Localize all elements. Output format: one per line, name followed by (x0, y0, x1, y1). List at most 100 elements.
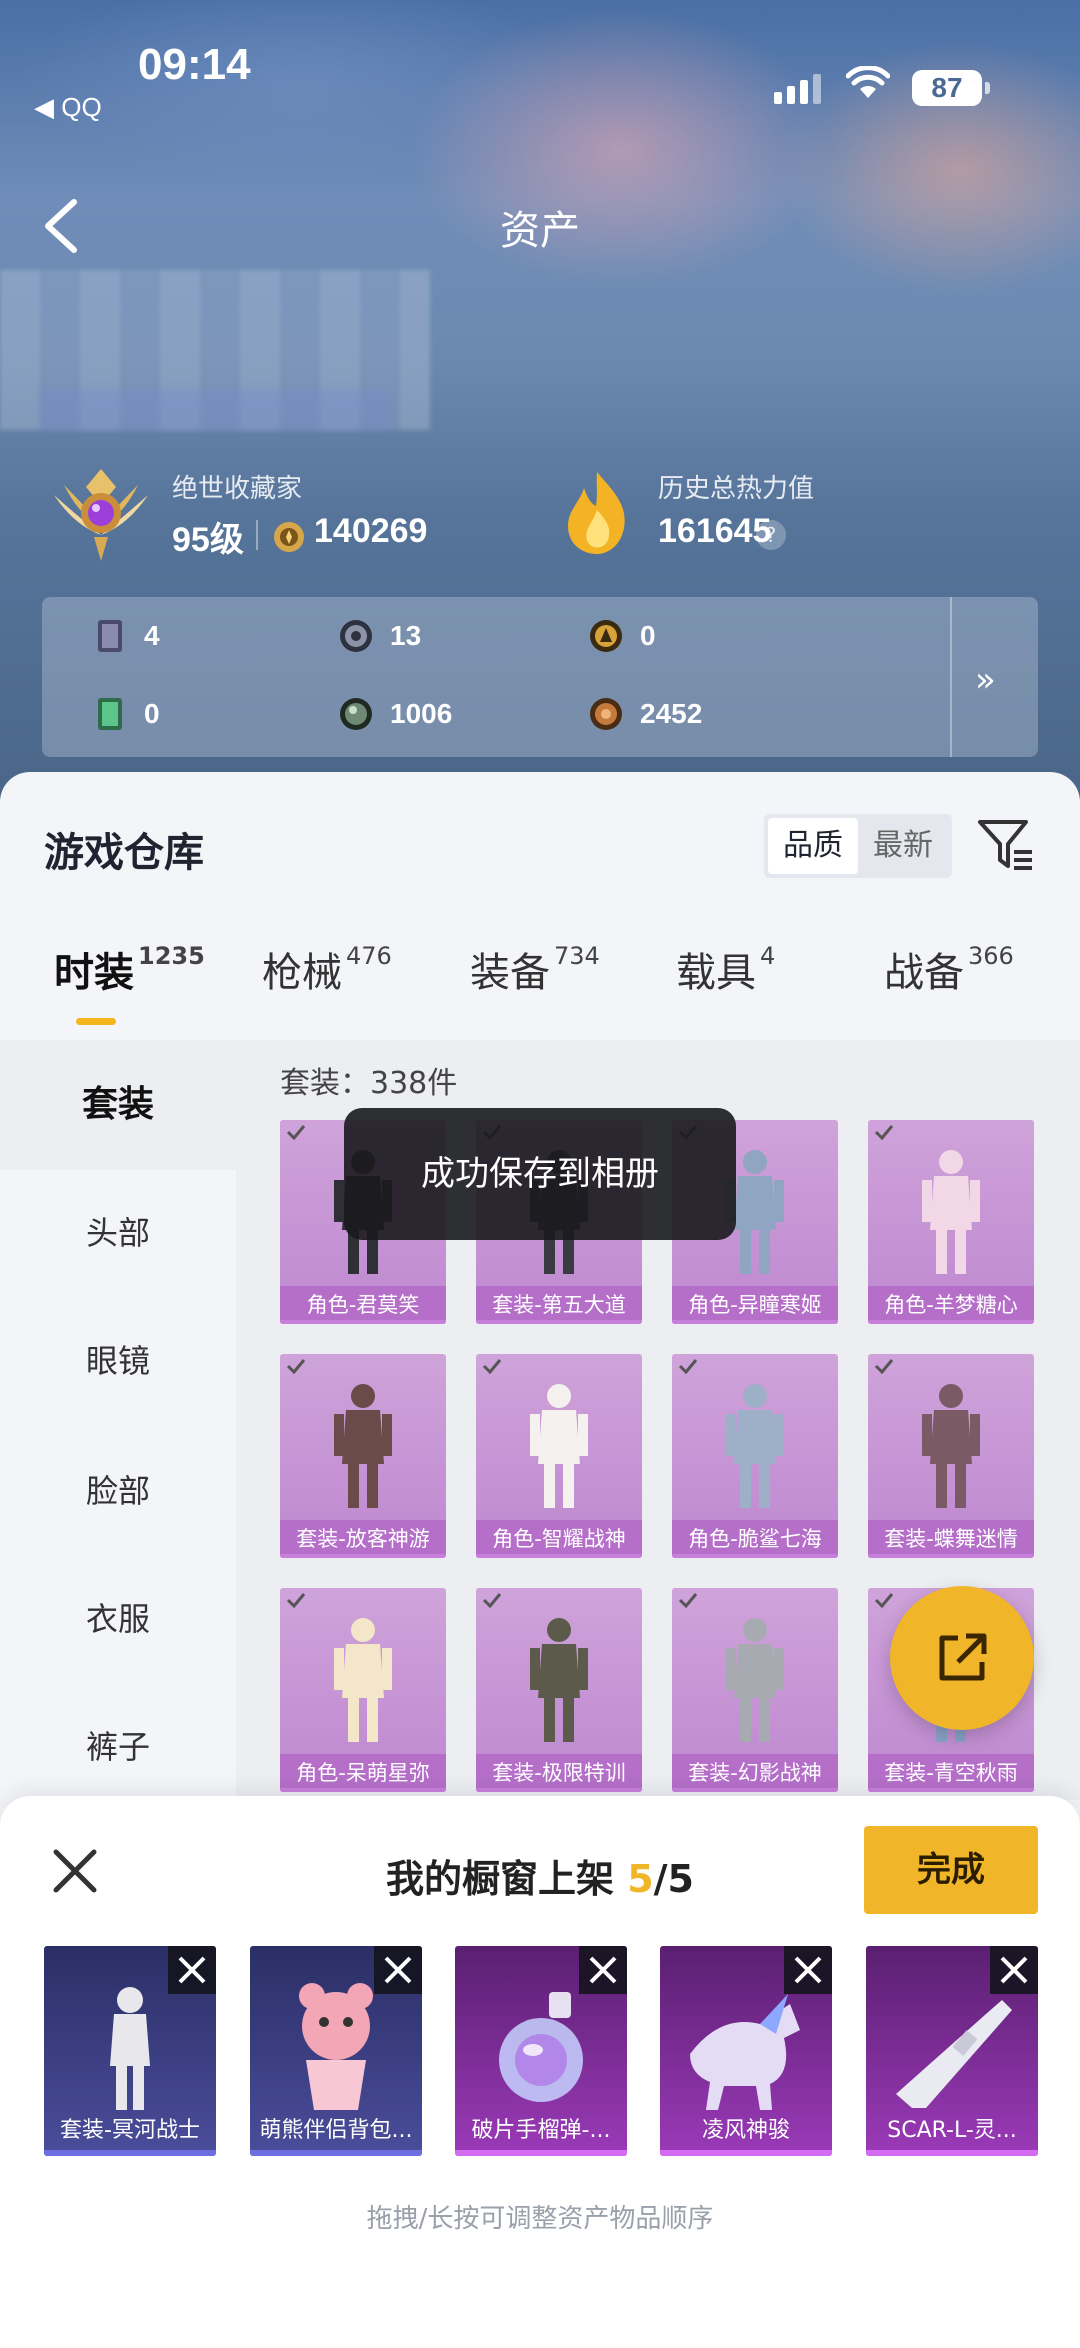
collection-points-icon (274, 522, 304, 552)
showcase-item-label: 萌熊伴侣背包... (259, 2118, 413, 2143)
rarity-bar (250, 2150, 422, 2156)
check-icon (678, 1359, 698, 1374)
active-tab-indicator (76, 1018, 116, 1025)
resource-item: 4 (92, 618, 160, 654)
rarity-bar (660, 2150, 832, 2156)
check-icon (874, 1359, 894, 1374)
rarity-bar (455, 2150, 627, 2156)
green-card-icon (98, 698, 122, 730)
tab-weapons[interactable]: 枪械 476 (262, 940, 392, 998)
side-item-sets[interactable]: 套装 (0, 1040, 236, 1170)
sort-toggle[interactable]: 品质 最新 (764, 814, 952, 878)
close-icon (384, 1956, 412, 1984)
item-card[interactable]: 套装-蝶舞迷情 (868, 1354, 1034, 1558)
item-label: 套装-蝶舞迷情 (868, 1520, 1034, 1558)
showcase-slot[interactable]: 凌风神骏 (660, 1946, 832, 2156)
status-time: 09:14 (138, 40, 251, 89)
resource-item: 13 (338, 618, 421, 654)
check-icon (874, 1125, 894, 1140)
rarity-bar (280, 1320, 446, 1324)
side-item-pants[interactable]: 裤子 (0, 1722, 236, 1768)
sort-option-quality[interactable]: 品质 (768, 818, 858, 874)
help-icon[interactable]: ? (756, 520, 786, 550)
cellular-signal-icon (774, 74, 821, 104)
showcase-item-label: SCAR-L-灵... (887, 2118, 1017, 2143)
close-icon (794, 1956, 822, 1984)
showcase-item-label: 破片手榴弹-... (471, 2118, 611, 2143)
showcase-item-image (110, 1987, 150, 2110)
set-count: 套装：338件 (280, 1066, 458, 1101)
warehouse-title: 游戏仓库 (44, 830, 204, 876)
showcase-slot[interactable]: SCAR-L-灵... (866, 1946, 1038, 2156)
item-label: 套装-青空秋雨 (868, 1754, 1034, 1792)
item-card[interactable]: 角色-脆鲨七海 (672, 1354, 838, 1558)
bronze-coin-icon (590, 698, 622, 730)
divider (256, 520, 258, 550)
item-label: 角色-脆鲨七海 (672, 1520, 838, 1558)
character-figure-image (530, 1384, 588, 1508)
item-card[interactable]: 套装-幻影战神 (672, 1588, 838, 1792)
resource-item: 1006 (338, 696, 452, 732)
showcase-slot[interactable]: 破片手榴弹-... (455, 1946, 627, 2156)
resource-value: 0 (640, 620, 656, 651)
rarity-bar (868, 1788, 1034, 1792)
side-item-glasses[interactable]: 眼镜 (0, 1336, 236, 1382)
item-card[interactable]: 角色-智耀战神 (476, 1354, 642, 1558)
tab-supplies[interactable]: 战备 366 (884, 940, 1014, 998)
rarity-bar (476, 1788, 642, 1792)
item-label: 套装-放客神游 (280, 1520, 446, 1558)
done-button[interactable]: 完成 (864, 1826, 1038, 1914)
side-item-head[interactable]: 头部 (0, 1208, 236, 1254)
sort-option-latest[interactable]: 最新 (858, 818, 948, 874)
page-title: 资产 (500, 208, 580, 254)
side-nav: 套装 头部 眼镜 脸部 衣服 裤子 (0, 1040, 236, 1800)
close-icon (1000, 1956, 1028, 1984)
showcase-item-image (896, 2000, 1012, 2108)
character-figure-image (334, 1384, 392, 1508)
tab-vehicles[interactable]: 载具 4 (676, 940, 775, 998)
category-tabs: 时装 1235 枪械 476 装备 734 载具 4 战备 366 (0, 940, 1080, 1040)
resource-value: 1006 (390, 698, 453, 729)
resource-more-button[interactable]: » (975, 660, 996, 700)
item-label: 套装-第五大道 (476, 1286, 642, 1324)
status-bar: 09:14 ◀ QQ 87 (0, 0, 1080, 123)
heat-value: 161645 (658, 512, 772, 550)
resource-value: 13 (390, 620, 422, 651)
check-icon (482, 1359, 502, 1374)
battery-indicator: 87 (912, 70, 990, 106)
remove-slot-button[interactable] (990, 1946, 1038, 1994)
character-figure-image (922, 1384, 980, 1508)
tab-fashion[interactable]: 时装 1235 (54, 940, 205, 998)
remove-slot-button[interactable] (784, 1946, 832, 1994)
back-to-app-link[interactable]: ◀ QQ (34, 92, 102, 123)
rank-points: 140269 (314, 512, 428, 550)
item-card[interactable]: 角色-呆萌星弥 (280, 1588, 446, 1792)
showcase-item-label: 凌风神骏 (701, 2118, 790, 2143)
rarity-bar (866, 2150, 1038, 2156)
item-label: 角色-君莫笑 (280, 1286, 446, 1324)
rarity-bar (44, 2150, 216, 2156)
item-card[interactable]: 角色-羊梦糖心 (868, 1120, 1034, 1324)
remove-slot-button[interactable] (579, 1946, 627, 1994)
remove-slot-button[interactable] (168, 1946, 216, 1994)
resource-value: 2452 (640, 698, 703, 729)
item-label: 角色-羊梦糖心 (868, 1286, 1034, 1324)
resource-item: 0 (92, 696, 160, 732)
side-item-clothes[interactable]: 衣服 (0, 1594, 236, 1640)
blurred-profile-info-secondary (40, 390, 390, 430)
filter-icon[interactable] (976, 816, 1034, 874)
showcase-slot[interactable]: 套装-冥河战士 (44, 1946, 216, 2156)
rank-level: 95级 (172, 521, 244, 559)
item-card[interactable]: 套装-极限特训 (476, 1588, 642, 1792)
tab-equipment[interactable]: 装备 734 (470, 940, 600, 998)
reorder-hint: 拖拽/长按可调整资产物品顺序 (366, 2204, 714, 2234)
resource-value: 4 (144, 620, 160, 651)
remove-slot-button[interactable] (374, 1946, 422, 1994)
resource-panel (42, 597, 1038, 757)
side-item-face[interactable]: 脸部 (0, 1466, 236, 1512)
check-icon (482, 1593, 502, 1608)
item-label: 套装-极限特训 (476, 1754, 642, 1792)
share-button[interactable] (890, 1586, 1034, 1730)
item-card[interactable]: 套装-放客神游 (280, 1354, 446, 1558)
showcase-slot[interactable]: 萌熊伴侣背包... (250, 1946, 422, 2156)
